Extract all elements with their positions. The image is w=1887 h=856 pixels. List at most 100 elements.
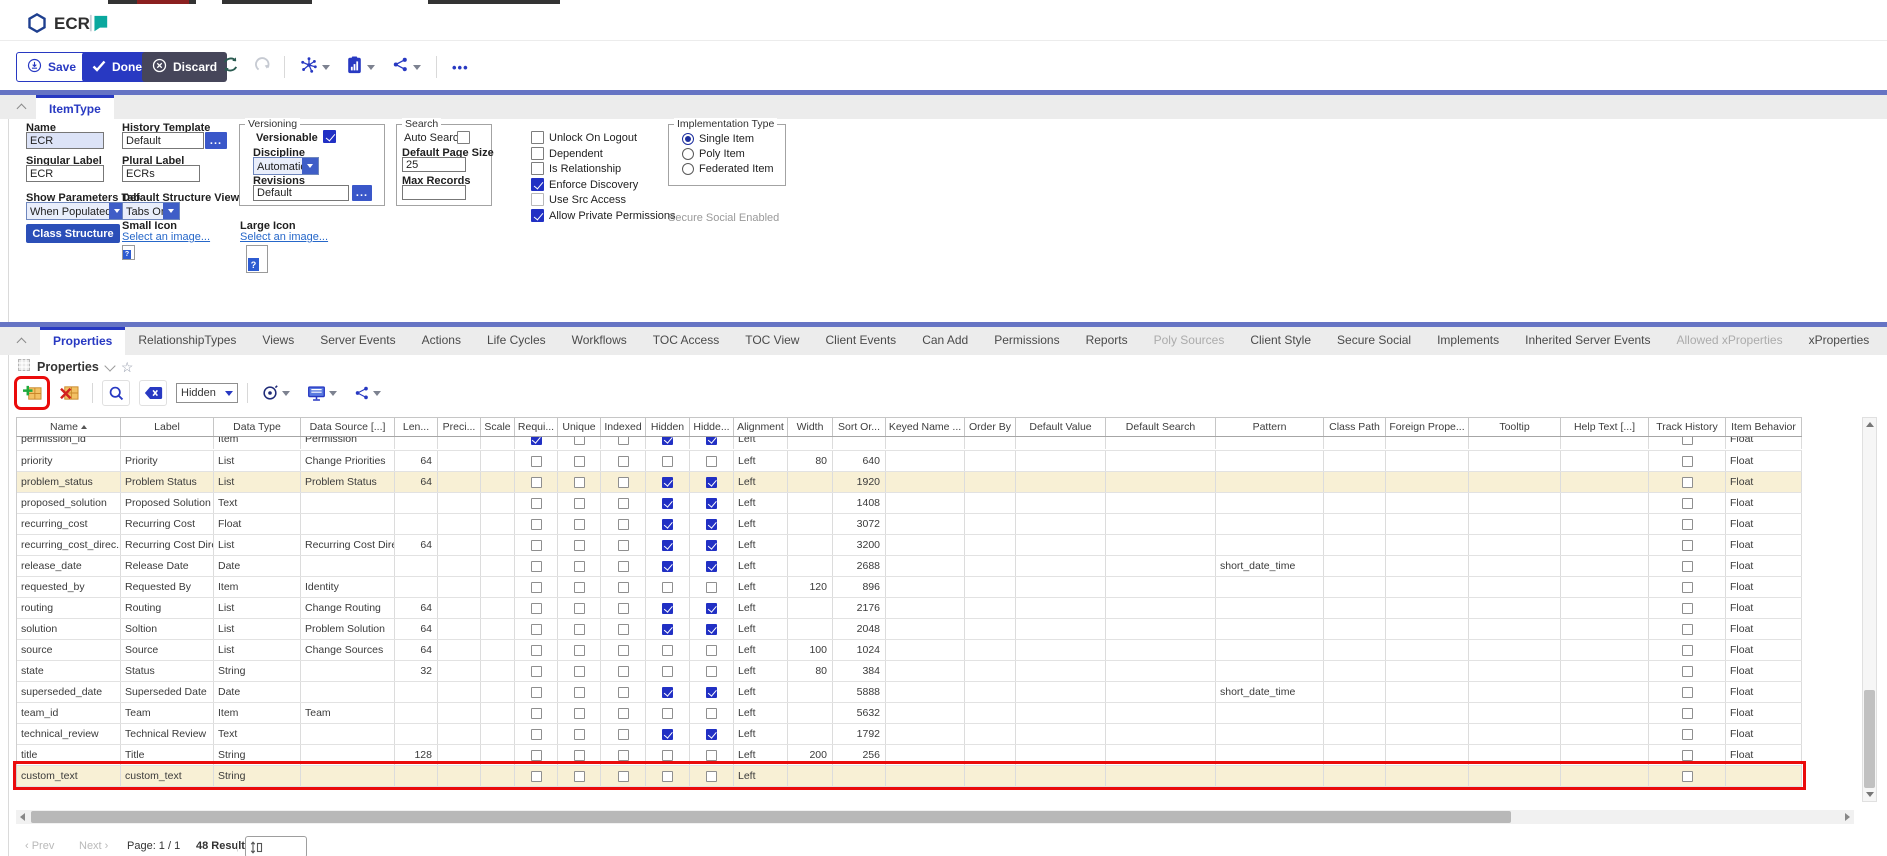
cell-checkbox-hidde[interactable] — [706, 645, 717, 656]
cell-checkbox-unique[interactable] — [574, 771, 585, 782]
column-header-len[interactable]: Len... — [395, 418, 438, 436]
column-header-width[interactable]: Width — [788, 418, 833, 436]
table-row-source[interactable]: sourceSourceListChange Sources64Left1001… — [17, 640, 1802, 661]
checkbox-is-relationship[interactable] — [531, 162, 544, 175]
cell-checkbox-track-history[interactable] — [1682, 582, 1693, 593]
column-header-alignment[interactable]: Alignment — [734, 418, 788, 436]
column-header-class-path[interactable]: Class Path — [1324, 418, 1386, 436]
column-header-hidde[interactable]: Hidde... — [690, 418, 734, 436]
tab-implements[interactable]: Implements — [1424, 327, 1512, 355]
horizontal-scroll-thumb[interactable] — [31, 811, 1511, 823]
cell-checkbox-hidde[interactable] — [706, 561, 717, 572]
cell-checkbox-hidden[interactable] — [662, 561, 673, 572]
cell-checkbox-indexed[interactable] — [618, 729, 629, 740]
favorite-star-icon[interactable]: ☆ — [121, 360, 134, 374]
history-template-field[interactable]: Default — [122, 132, 204, 149]
cell-checkbox-track-history[interactable] — [1682, 540, 1693, 551]
cell-checkbox-indexed[interactable] — [618, 750, 629, 761]
cell-checkbox-hidde[interactable] — [706, 708, 717, 719]
column-header-tooltip[interactable]: Tooltip — [1469, 418, 1561, 436]
table-row-permission-id[interactable]: permission_idItemPermissionLeftFloat — [17, 437, 1802, 451]
table-row-solution[interactable]: solutionSoltionListProblem Solution64Lef… — [17, 619, 1802, 640]
search-rows-button[interactable] — [102, 380, 130, 406]
cell-checkbox-indexed[interactable] — [618, 771, 629, 782]
cell-checkbox-track-history[interactable] — [1682, 771, 1693, 782]
structure-browser-button[interactable] — [294, 52, 336, 82]
name-field[interactable]: ECR — [26, 132, 104, 149]
cell-checkbox-unique[interactable] — [574, 687, 585, 698]
cell-checkbox-requi[interactable] — [531, 456, 542, 467]
cell-checkbox-unique[interactable] — [574, 645, 585, 656]
cell-checkbox-unique[interactable] — [574, 603, 585, 614]
scroll-right-icon[interactable] — [1845, 813, 1850, 821]
hidden-filter-select[interactable]: Hidden — [176, 383, 238, 403]
table-row-routing[interactable]: routingRoutingListChange Routing64Left21… — [17, 598, 1802, 619]
small-icon-placeholder[interactable]: ? — [122, 245, 135, 260]
cell-checkbox-indexed[interactable] — [618, 582, 629, 593]
add-property-button[interactable] — [18, 380, 46, 406]
cell-checkbox-track-history[interactable] — [1682, 687, 1693, 698]
cell-checkbox-track-history[interactable] — [1682, 666, 1693, 677]
column-header-foreign-prope[interactable]: Foreign Prope... — [1386, 418, 1469, 436]
cell-checkbox-hidden[interactable] — [662, 477, 673, 488]
tab-client-style[interactable]: Client Style — [1237, 327, 1324, 355]
cell-checkbox-indexed[interactable] — [618, 645, 629, 656]
column-header-hidden[interactable]: Hidden — [646, 418, 690, 436]
horizontal-scrollbar[interactable] — [16, 810, 1854, 824]
discard-button[interactable]: Discard — [142, 52, 227, 82]
singular-label-field[interactable]: ECR — [26, 165, 104, 182]
cell-checkbox-hidde[interactable] — [706, 750, 717, 761]
versionable-checkbox[interactable] — [323, 130, 336, 143]
column-header-indexed[interactable]: Indexed — [601, 418, 646, 436]
cell-checkbox-hidden[interactable] — [662, 708, 673, 719]
table-row-priority[interactable]: priorityPriorityListChange Priorities64L… — [17, 451, 1802, 472]
cell-checkbox-indexed[interactable] — [618, 456, 629, 467]
table-row-team-id[interactable]: team_idTeamItemTeamLeft5632Float — [17, 703, 1802, 724]
tab-xproperties[interactable]: xProperties — [1796, 327, 1883, 355]
cell-checkbox-requi[interactable] — [531, 498, 542, 509]
cell-checkbox-unique[interactable] — [574, 498, 585, 509]
redo-button[interactable] — [250, 54, 278, 80]
cell-checkbox-hidde[interactable] — [706, 666, 717, 677]
page-size-field[interactable]: 25 — [402, 157, 466, 172]
column-header-data-source[interactable]: Data Source [...] — [301, 418, 395, 436]
large-icon-link[interactable]: Select an image... — [240, 231, 328, 243]
tab-toc-access[interactable]: TOC Access — [640, 327, 732, 355]
cell-checkbox-requi[interactable] — [531, 687, 542, 698]
cell-checkbox-hidden[interactable] — [662, 645, 673, 656]
grid-view-button[interactable] — [303, 381, 341, 405]
table-row-release-date[interactable]: release_dateRelease DateDateLeft2688shor… — [17, 556, 1802, 577]
tab-views[interactable]: Views — [249, 327, 307, 355]
cell-checkbox-hidde[interactable] — [706, 477, 717, 488]
cell-checkbox-hidde[interactable] — [706, 729, 717, 740]
cell-checkbox-hidden[interactable] — [662, 519, 673, 530]
tab-toc-view[interactable]: TOC View — [732, 327, 812, 355]
table-row-proposed-solution[interactable]: proposed_solutionProposed SolutionTextLe… — [17, 493, 1802, 514]
cell-checkbox-hidden[interactable] — [662, 729, 673, 740]
vertical-scrollbar[interactable] — [1862, 417, 1877, 802]
cell-checkbox-requi[interactable] — [531, 603, 542, 614]
cell-checkbox-hidden[interactable] — [662, 456, 673, 467]
cell-checkbox-track-history[interactable] — [1682, 477, 1693, 488]
tab-life-cycles[interactable]: Life Cycles — [474, 327, 559, 355]
vertical-scroll-thumb[interactable] — [1864, 690, 1875, 788]
cell-checkbox-unique[interactable] — [574, 624, 585, 635]
cell-checkbox-hidde[interactable] — [706, 603, 717, 614]
cell-checkbox-track-history[interactable] — [1682, 456, 1693, 467]
class-structure-button[interactable]: Class Structure — [26, 224, 120, 243]
table-row-custom-text[interactable]: custom_textcustom_textStringLeft — [17, 766, 1802, 787]
cell-checkbox-hidde[interactable] — [706, 437, 717, 445]
cell-checkbox-indexed[interactable] — [618, 498, 629, 509]
tab-client-events[interactable]: Client Events — [812, 327, 909, 355]
scroll-up-icon[interactable] — [1866, 422, 1874, 427]
revisions-field[interactable]: Default — [253, 185, 349, 201]
checkbox-unlock-on-logout[interactable] — [531, 131, 544, 144]
tab-properties[interactable]: Properties — [40, 327, 125, 355]
column-header-default-value[interactable]: Default Value — [1016, 418, 1106, 436]
column-header-preci[interactable]: Preci... — [438, 418, 481, 436]
show-parameters-select[interactable]: When Populated — [26, 202, 126, 220]
cell-checkbox-hidden[interactable] — [662, 771, 673, 782]
cell-checkbox-indexed[interactable] — [618, 540, 629, 551]
tab-server-events[interactable]: Server Events — [307, 327, 408, 355]
cell-checkbox-requi[interactable] — [531, 645, 542, 656]
